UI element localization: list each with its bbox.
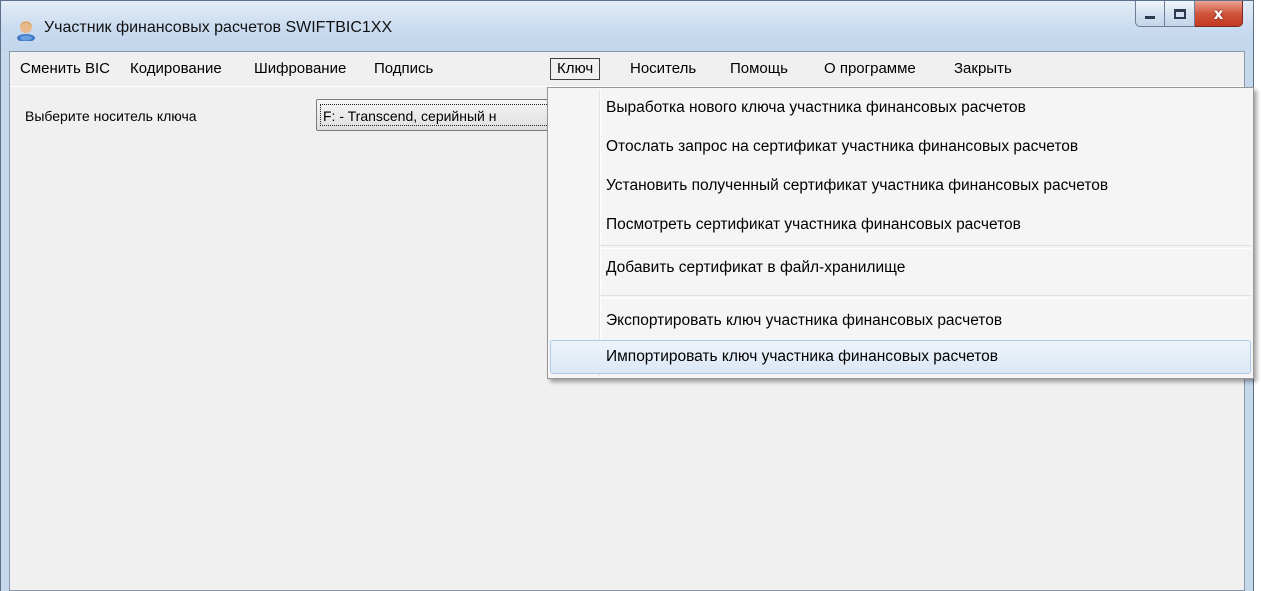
key-menu-install-cert[interactable]: Установить полученный сертификат участни… — [550, 169, 1251, 203]
window-controls: x — [1135, 1, 1243, 29]
key-media-combobox[interactable]: F: - Transcend, серийный н — [316, 99, 556, 131]
close-icon: x — [1213, 4, 1224, 23]
key-menu-generate-key[interactable]: Выработка нового ключа участника финансо… — [550, 91, 1251, 125]
key-menu-export-key[interactable]: Экспортировать ключ участника финансовых… — [550, 304, 1251, 338]
menu-separator — [600, 245, 1251, 249]
key-menu-import-key[interactable]: Импортировать ключ участника финансовых … — [550, 340, 1251, 374]
menu-separator — [600, 295, 1251, 299]
menu-encoding[interactable]: Кодирование — [124, 58, 228, 80]
maximize-button[interactable] — [1165, 1, 1195, 27]
menu-media[interactable]: Носитель — [624, 58, 702, 80]
menu-encryption[interactable]: Шифрование — [248, 58, 352, 80]
menu-signature[interactable]: Подпись — [368, 58, 439, 80]
user-icon — [17, 21, 35, 41]
menu-change-bic[interactable]: Сменить BIC — [14, 58, 116, 80]
key-menu-dropdown: Выработка нового ключа участника финансо… — [547, 87, 1254, 379]
minimize-icon — [1145, 16, 1155, 19]
key-menu-send-cert-request[interactable]: Отослать запрос на сертификат участника … — [550, 130, 1251, 164]
key-menu-view-cert[interactable]: Посмотреть сертификат участника финансов… — [550, 208, 1251, 242]
key-media-value: F: - Transcend, серийный н — [320, 104, 555, 126]
menu-close[interactable]: Закрыть — [948, 58, 1018, 80]
title-bar[interactable]: Участник финансовых расчетов SWIFTBIC1XX… — [1, 1, 1253, 51]
menu-bar: Сменить BIC Кодирование Шифрование Подпи… — [10, 52, 1244, 87]
menu-about[interactable]: О программе — [818, 58, 922, 80]
maximize-icon — [1173, 8, 1186, 19]
menu-key[interactable]: Ключ — [550, 58, 601, 80]
close-button[interactable]: x — [1195, 1, 1243, 27]
key-menu-add-cert-to-store[interactable]: Добавить сертификат в файл-хранилище — [550, 251, 1251, 285]
minimize-button[interactable] — [1135, 1, 1165, 27]
key-media-label: Выберите носитель ключа — [25, 108, 197, 124]
menu-help[interactable]: Помощь — [724, 58, 794, 80]
window-title: Участник финансовых расчетов SWIFTBIC1XX — [44, 19, 393, 36]
